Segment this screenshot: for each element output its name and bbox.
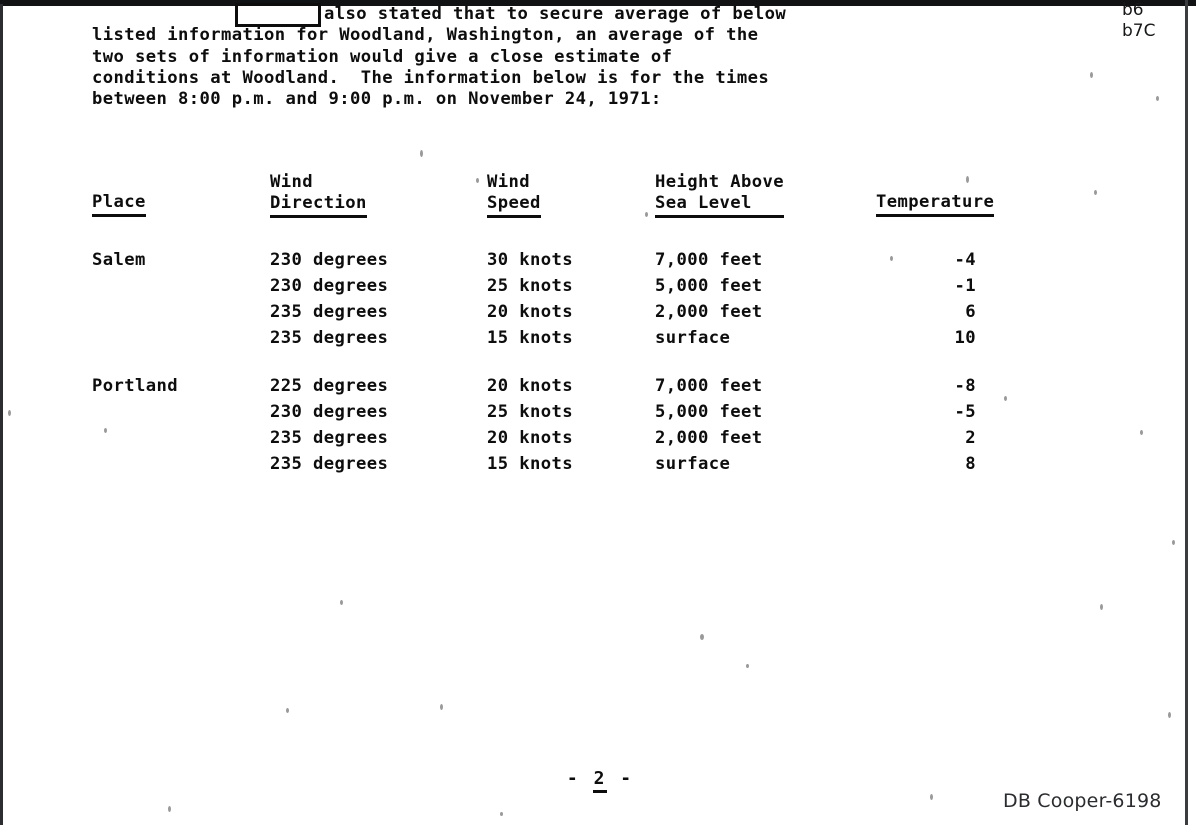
table-row: 230 degrees 25 knots 5,000 feet -1 xyxy=(0,276,1200,302)
scan-speckle xyxy=(476,178,479,183)
cell-wind-direction: 230 degrees xyxy=(270,276,389,296)
column-header-temperature: Temperature xyxy=(876,192,995,217)
scan-speckle xyxy=(440,704,443,710)
cell-temperature: -8 xyxy=(954,376,976,396)
scan-speckle xyxy=(1090,72,1093,78)
cell-wind-direction: 230 degrees xyxy=(270,402,389,422)
column-header-place: Place xyxy=(92,192,146,217)
scan-speckle xyxy=(1004,396,1007,401)
scan-speckle xyxy=(1140,430,1143,435)
column-header-height-above-sea-level: Height Above Sea Level xyxy=(655,172,784,218)
table-row: Portland 225 degrees 20 knots 7,000 feet… xyxy=(0,376,1200,402)
column-header-wind-speed-line2: Speed xyxy=(487,193,541,218)
intro-line-3: two sets of information would give a clo… xyxy=(92,46,673,67)
exemption-code-b6: b6 xyxy=(1122,0,1144,20)
scan-speckle xyxy=(8,410,11,416)
scan-speckle xyxy=(1168,712,1171,718)
cell-wind-speed: 25 knots xyxy=(487,276,573,296)
cell-temperature: -4 xyxy=(954,250,976,270)
intro-line-2: listed information for Woodland, Washing… xyxy=(92,25,759,46)
cell-wind-speed: 15 knots xyxy=(487,328,573,348)
cell-wind-speed: 20 knots xyxy=(487,376,573,396)
cell-temperature: 10 xyxy=(954,328,976,348)
column-header-wind-direction: Wind Direction xyxy=(270,172,367,218)
redaction-box xyxy=(235,3,321,27)
scan-speckle xyxy=(890,256,893,261)
scan-speckle xyxy=(500,812,503,816)
scan-speckle xyxy=(700,634,704,640)
cell-altitude: 7,000 feet xyxy=(655,250,763,270)
exemption-code-b7c: b7C xyxy=(1122,21,1156,41)
cell-altitude: 2,000 feet xyxy=(655,428,763,448)
scan-speckle xyxy=(930,794,933,800)
scan-speckle xyxy=(340,600,343,605)
page-number-prefix: - xyxy=(566,768,580,789)
table-row: 235 degrees 15 knots surface 10 xyxy=(0,328,1200,354)
cell-wind-direction: 235 degrees xyxy=(270,328,389,348)
cell-temperature: 6 xyxy=(965,302,976,322)
scan-speckle xyxy=(420,150,423,157)
cell-wind-speed: 15 knots xyxy=(487,454,573,474)
scanned-document-page: also stated that to secure average of be… xyxy=(0,0,1200,825)
table-row: 235 degrees 20 knots 2,000 feet 2 xyxy=(0,428,1200,454)
cell-temperature: 8 xyxy=(965,454,976,474)
scan-speckle xyxy=(286,708,289,713)
intro-line-1: also stated that to secure average of be… xyxy=(324,4,787,24)
cell-wind-direction: 235 degrees xyxy=(270,302,389,322)
intro-line-4: conditions at Woodland. The information … xyxy=(92,67,770,88)
column-header-wind-speed-line1: Wind xyxy=(487,172,530,192)
foia-exemption-codes: b6 b7C xyxy=(1122,0,1155,42)
cell-wind-speed: 20 knots xyxy=(487,428,573,448)
scan-speckle xyxy=(966,176,969,183)
cell-wind-direction: 235 degrees xyxy=(270,454,389,474)
cell-wind-direction: 230 degrees xyxy=(270,250,389,270)
cell-wind-speed: 20 knots xyxy=(487,302,573,322)
intro-line-5: between 8:00 p.m. and 9:00 p.m. on Novem… xyxy=(92,89,662,110)
column-header-height-line2: Sea Level xyxy=(655,193,784,218)
scan-speckle xyxy=(1100,604,1103,610)
cell-altitude: 2,000 feet xyxy=(655,302,763,322)
table-row: 235 degrees 20 knots 2,000 feet 6 xyxy=(0,302,1200,328)
scan-speckle xyxy=(1094,190,1097,195)
column-header-height-line1: Height Above xyxy=(655,172,784,192)
cell-wind-direction: 225 degrees xyxy=(270,376,389,396)
cell-altitude: surface xyxy=(655,454,731,474)
column-header-wind-speed: Wind Speed xyxy=(487,172,541,218)
scan-speckle xyxy=(1172,540,1175,545)
cell-wind-direction: 235 degrees xyxy=(270,428,389,448)
cell-place: Portland xyxy=(92,376,178,396)
table-row: 230 degrees 25 knots 5,000 feet -5 xyxy=(0,402,1200,428)
cell-wind-speed: 30 knots xyxy=(487,250,573,270)
column-header-wind-direction-line1: Wind xyxy=(270,172,313,192)
cell-altitude: 7,000 feet xyxy=(655,376,763,396)
column-header-wind-direction-line2: Direction xyxy=(270,193,367,218)
table-row: 235 degrees 15 knots surface 8 xyxy=(0,454,1200,480)
cell-temperature: 2 xyxy=(965,428,976,448)
cell-altitude: 5,000 feet xyxy=(655,276,763,296)
cell-altitude: surface xyxy=(655,328,731,348)
cell-wind-speed: 25 knots xyxy=(487,402,573,422)
intro-paragraph: also stated that to secure average of be… xyxy=(92,4,786,110)
cell-temperature: -5 xyxy=(954,402,976,422)
scan-speckle xyxy=(104,428,107,433)
cell-place: Salem xyxy=(92,250,146,270)
page-number-suffix: - xyxy=(620,768,634,789)
scan-speckle xyxy=(1156,96,1159,101)
scan-speckle xyxy=(746,664,749,668)
page-number-value: 2 xyxy=(592,768,608,793)
cell-temperature: -1 xyxy=(954,276,976,296)
page-number: - 2 - xyxy=(0,768,1200,793)
table-row: Salem 230 degrees 30 knots 7,000 feet -4 xyxy=(0,250,1200,276)
case-file-stamp: DB Cooper-6198 xyxy=(1003,790,1162,812)
scan-speckle xyxy=(168,806,171,812)
cell-altitude: 5,000 feet xyxy=(655,402,763,422)
scan-speckle xyxy=(645,212,648,217)
